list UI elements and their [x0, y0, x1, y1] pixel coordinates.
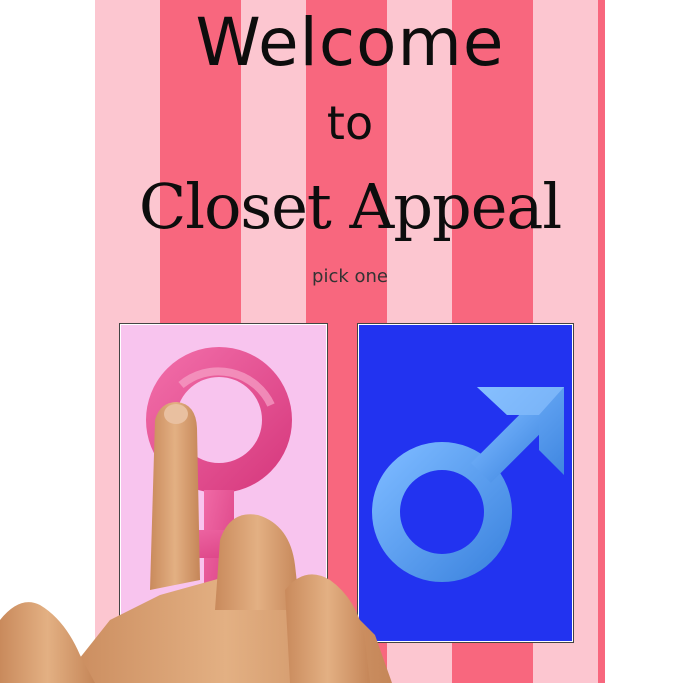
welcome-to-text: to [326, 96, 374, 150]
male-choice-button[interactable] [357, 323, 574, 643]
welcome-title: Welcome [195, 4, 505, 81]
male-symbol-icon [372, 387, 564, 582]
female-choice-button[interactable] [119, 323, 328, 647]
pick-one-prompt: pick one [312, 266, 388, 287]
welcome-screen: Welcome to Closet Appeal pick one [95, 0, 605, 683]
female-symbol-icon [146, 347, 292, 615]
app-name-title: Closet Appeal [138, 170, 562, 243]
